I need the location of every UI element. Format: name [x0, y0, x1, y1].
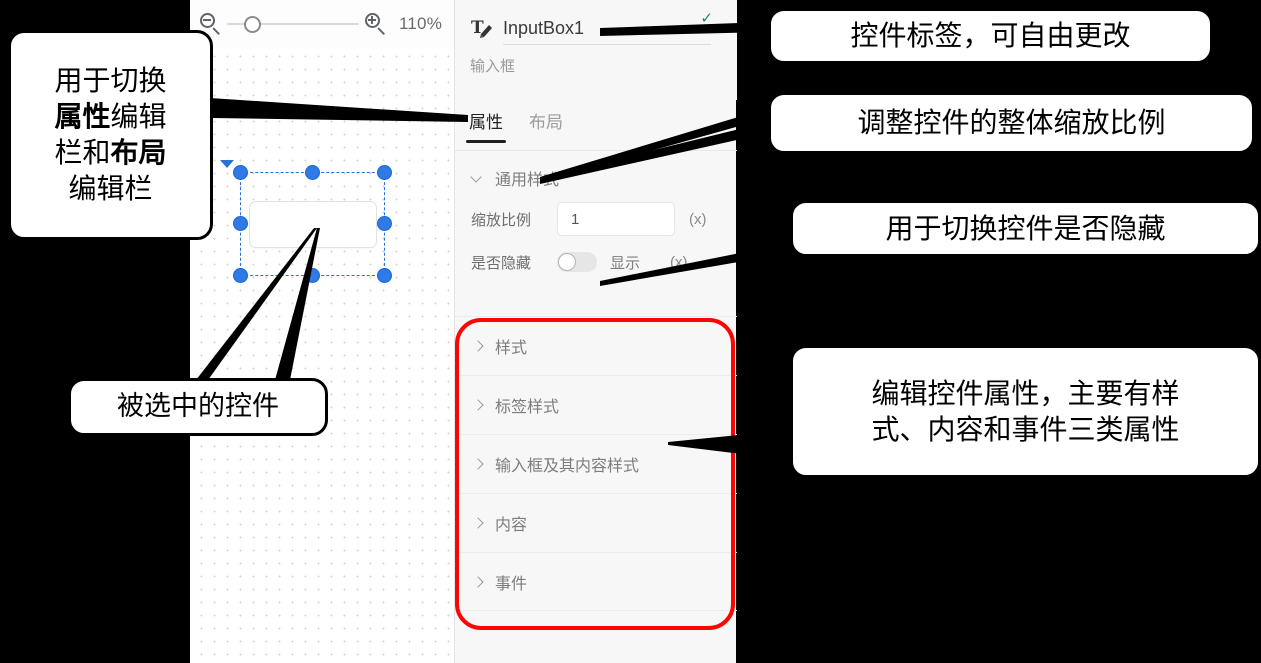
section-inputbox-style-label: 输入框及其内容样式 — [495, 458, 640, 475]
widget-name-underline — [503, 44, 711, 45]
section-inputbox-style[interactable]: 输入框及其内容样式 — [455, 434, 737, 493]
chevron-right-icon — [471, 339, 485, 353]
selected-widget[interactable] — [233, 165, 392, 283]
callout-tabs-text2: 编辑 — [110, 100, 167, 134]
zoom-toolbar: 110% — [190, 0, 454, 47]
resize-handle-top-right[interactable] — [377, 165, 392, 180]
callout-widget-label: 控件标签，可自由更改 — [768, 8, 1213, 64]
section-content-label: 内容 — [495, 517, 528, 534]
resize-handle-middle-left[interactable] — [233, 216, 248, 231]
resize-handle-top-left[interactable] — [233, 165, 248, 180]
design-canvas[interactable]: 110% — [190, 0, 454, 663]
hidden-property-row: 是否隐藏 显示 (x) — [455, 242, 737, 282]
callout-tabs-text3: 栏和 — [54, 136, 111, 169]
general-style-header[interactable]: 通用样式 — [455, 160, 737, 196]
widget-type-label: 输入框 — [470, 58, 516, 75]
confirm-check-icon[interactable]: ✓ — [700, 9, 713, 27]
scale-property-row: 缩放比例 1 (x) — [455, 196, 737, 242]
chevron-right-icon — [471, 398, 485, 412]
tabs-divider — [455, 150, 737, 151]
general-style-title: 通用样式 — [495, 172, 560, 189]
resize-handle-bottom-center[interactable] — [305, 268, 320, 283]
hidden-toggle[interactable] — [557, 252, 597, 272]
section-events[interactable]: 事件 — [455, 552, 737, 611]
chevron-down-icon — [471, 171, 485, 185]
resize-handle-bottom-left[interactable] — [233, 268, 248, 283]
hidden-unit-label: (x) — [670, 253, 688, 271]
inputbox-widget[interactable] — [249, 201, 377, 248]
section-label-style[interactable]: 标签样式 — [455, 375, 737, 434]
callout-tabs-text1: 用于切换 — [54, 64, 167, 98]
zoom-slider-knob[interactable] — [244, 15, 261, 33]
zoom-slider[interactable] — [227, 14, 359, 34]
chevron-right-icon — [471, 575, 485, 589]
scale-unit-label: (x) — [689, 210, 707, 228]
section-events-label: 事件 — [495, 575, 528, 593]
canvas-dot-grid[interactable] — [190, 47, 454, 663]
properties-panel: T InputBox1 ✓ 输入框 属性 布局 通用样式 缩放比例 1 (x) … — [454, 0, 737, 663]
chevron-right-icon — [471, 457, 485, 471]
section-label-style-label: 标签样式 — [495, 399, 560, 416]
hidden-label: 是否隐藏 — [471, 254, 532, 272]
resize-handle-middle-right[interactable] — [377, 216, 392, 231]
section-style-label: 样式 — [495, 340, 528, 357]
zoom-percent-label: 110% — [399, 13, 443, 33]
callout-properties: 编辑控件属性，主要有样 式、内容和事件三类属性 — [790, 345, 1261, 478]
callout-props-line1: 编辑控件属性，主要有样 — [871, 376, 1180, 410]
scale-label: 缩放比例 — [471, 211, 532, 229]
widget-name-value[interactable]: InputBox1 — [503, 18, 584, 39]
collapsible-sections: 样式 标签样式 输入框及其内容样式 内容 事件 — [455, 316, 737, 611]
zoom-in-icon[interactable] — [363, 11, 389, 37]
callout-tab-switch: 用于切换 属性编辑 栏和布局 编辑栏 — [8, 30, 213, 240]
callout-tabs-bold2: 布局 — [110, 136, 167, 169]
scale-input[interactable]: 1 — [557, 202, 675, 236]
widget-name-row[interactable]: T InputBox1 — [470, 12, 720, 44]
canvas-alignment-marker — [220, 160, 234, 168]
callout-selected-widget: 被选中的控件 — [68, 378, 328, 436]
text-edit-icon[interactable]: T — [470, 15, 497, 42]
resize-handle-top-center[interactable] — [305, 165, 320, 180]
callout-props-line2: 式、内容和事件三类属性 — [871, 412, 1180, 446]
hidden-state-label: 显示 — [610, 254, 641, 272]
app-screenshot-region: 110% T InputBox1 ✓ 输入框 属性 布局 通用样式 缩放比例 1… — [190, 0, 737, 663]
callout-scale: 调整控件的整体缩放比例 — [768, 92, 1255, 154]
resize-handle-bottom-right[interactable] — [377, 268, 392, 283]
callout-tabs-bold1: 属性 — [54, 100, 111, 134]
tab-properties[interactable]: 属性 — [466, 108, 506, 143]
hidden-toggle-knob — [558, 253, 576, 271]
general-style-group: 通用样式 缩放比例 1 (x) 是否隐藏 显示 (x) — [455, 160, 737, 282]
tab-layout[interactable]: 布局 — [529, 108, 563, 143]
callout-tabs-text4: 编辑栏 — [68, 171, 153, 205]
callout-hide-toggle: 用于切换控件是否隐藏 — [790, 200, 1261, 257]
panel-header: T InputBox1 ✓ 输入框 — [455, 0, 737, 100]
section-style[interactable]: 样式 — [455, 316, 737, 375]
chevron-right-icon — [471, 516, 485, 530]
panel-tabs: 属性 布局 — [455, 108, 737, 150]
section-content[interactable]: 内容 — [455, 493, 737, 552]
